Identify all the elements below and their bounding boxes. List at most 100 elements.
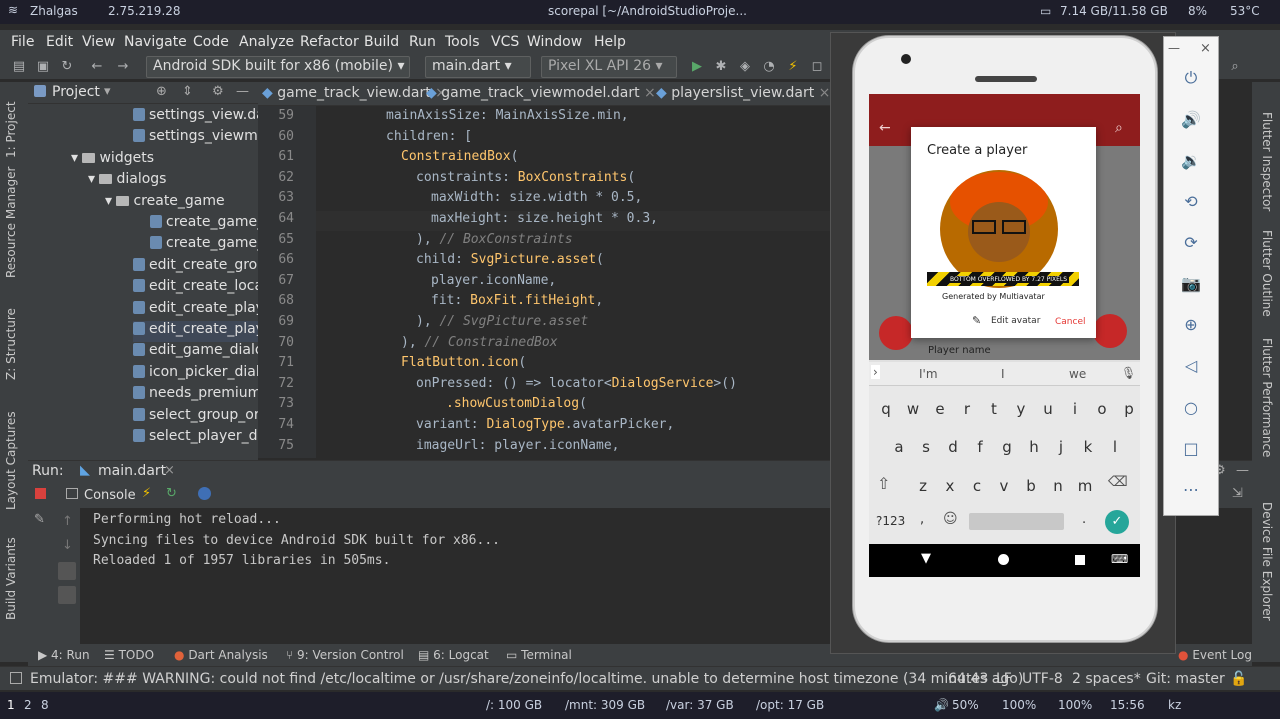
rotate-right-icon[interactable]: ⟳ bbox=[1181, 233, 1201, 253]
avatar[interactable] bbox=[940, 170, 1058, 288]
save-icon[interactable]: ▣ bbox=[34, 58, 52, 76]
more-icon[interactable]: ⋯ bbox=[1181, 480, 1201, 500]
tree-file[interactable]: create_game_ bbox=[150, 235, 258, 256]
locate-icon[interactable]: ⊕ bbox=[156, 84, 167, 99]
comma-key[interactable]: , bbox=[920, 512, 924, 527]
emoji-icon[interactable]: ☺ bbox=[943, 511, 958, 527]
devtools-icon[interactable] bbox=[198, 487, 211, 500]
key-w[interactable]: w bbox=[903, 400, 923, 418]
minimize-icon[interactable]: — bbox=[1168, 41, 1180, 55]
tool-tab-dart-analysis[interactable]: ● Dart Analysis bbox=[174, 648, 268, 662]
fab-left[interactable] bbox=[879, 316, 913, 350]
debug-icon[interactable]: ✱ bbox=[712, 58, 730, 76]
search-everywhere-icon[interactable]: ⌕ bbox=[1226, 58, 1244, 76]
key-i[interactable]: i bbox=[1065, 400, 1085, 418]
hide-icon[interactable]: — bbox=[236, 84, 249, 99]
key-d[interactable]: d bbox=[943, 438, 963, 456]
profile-icon[interactable]: ◔ bbox=[760, 58, 778, 76]
menu-code[interactable]: Code bbox=[193, 34, 229, 50]
tool-tab-structure[interactable]: Z: Structure bbox=[4, 308, 18, 380]
key-o[interactable]: o bbox=[1092, 400, 1112, 418]
rotate-left-icon[interactable]: ⟲ bbox=[1181, 192, 1201, 212]
key-l[interactable]: l bbox=[1105, 438, 1125, 456]
tree-folder[interactable]: ▾ create_game bbox=[105, 193, 258, 214]
recents-nav-icon[interactable] bbox=[1075, 555, 1085, 565]
tool-tab-project[interactable]: 1: Project bbox=[4, 101, 18, 158]
zoom-icon[interactable]: ⊕ bbox=[1181, 315, 1201, 335]
suggestion[interactable]: I'm bbox=[919, 367, 938, 381]
key-m[interactable]: m bbox=[1075, 477, 1095, 495]
hot-reload-icon[interactable]: ⚡ bbox=[784, 58, 802, 76]
status-message[interactable]: Emulator: ### WARNING: could not find /e… bbox=[30, 671, 1023, 687]
stop-icon[interactable] bbox=[35, 488, 46, 499]
tree-file[interactable]: edit_create_play. bbox=[133, 300, 258, 321]
volume-up-icon[interactable]: 🔊 bbox=[1181, 110, 1201, 130]
tree-file[interactable]: edit_create_playe bbox=[133, 321, 258, 342]
chevron-down-icon[interactable]: ▾ bbox=[105, 193, 116, 209]
volume-down-icon[interactable]: 🔉 bbox=[1181, 151, 1201, 171]
tool-tab-build-variants[interactable]: Build Variants bbox=[4, 537, 18, 620]
key-c[interactable]: c bbox=[967, 477, 987, 495]
line-separator[interactable]: LF bbox=[996, 671, 1012, 687]
key-a[interactable]: a bbox=[889, 438, 909, 456]
close-icon[interactable]: × bbox=[164, 463, 175, 478]
scroll-icon[interactable]: ⇲ bbox=[1232, 486, 1243, 501]
key-e[interactable]: e bbox=[930, 400, 950, 418]
tool-tab-device-file-explorer[interactable]: Device File Explorer bbox=[1260, 502, 1274, 621]
back-arrow-icon[interactable]: ← bbox=[879, 120, 891, 136]
microphone-icon[interactable]: 🎙 bbox=[1121, 366, 1136, 380]
menu-file[interactable]: File bbox=[11, 34, 34, 50]
editor-tab[interactable]: ◆ playerslist_view.dart × bbox=[656, 85, 830, 101]
key-j[interactable]: j bbox=[1051, 438, 1071, 456]
back-icon[interactable]: ◁ bbox=[1181, 356, 1201, 376]
home-icon[interactable]: ○ bbox=[1181, 398, 1201, 418]
menu-edit[interactable]: Edit bbox=[46, 34, 73, 50]
tree-file[interactable]: edit_create_locat bbox=[133, 278, 258, 299]
hot-restart-icon[interactable]: ↻ bbox=[166, 486, 177, 501]
pencil-icon[interactable]: ✎ bbox=[972, 314, 981, 327]
avd-selector[interactable]: Pixel XL API 26 ▾ bbox=[541, 56, 677, 78]
power-icon[interactable]: ⏻ bbox=[1181, 68, 1201, 88]
device-selector[interactable]: Android SDK built for x86 (mobile) ▾ bbox=[146, 56, 410, 78]
key-g[interactable]: g bbox=[997, 438, 1017, 456]
menu-vcs[interactable]: VCS bbox=[491, 34, 519, 50]
menu-build[interactable]: Build bbox=[364, 34, 399, 50]
close-icon[interactable]: × bbox=[644, 85, 656, 101]
caret-position[interactable]: 64:43 bbox=[948, 671, 988, 687]
tree-file[interactable]: create_game_ bbox=[150, 214, 258, 235]
run-tab-main[interactable]: main.dart bbox=[98, 463, 166, 479]
key-y[interactable]: y bbox=[1011, 400, 1031, 418]
pin-icon[interactable]: ✎ bbox=[34, 512, 45, 527]
up-icon[interactable]: ↑ bbox=[62, 514, 73, 529]
menu-window[interactable]: Window bbox=[527, 34, 582, 50]
tree-file[interactable]: edit_create_grou bbox=[133, 257, 258, 278]
key-z[interactable]: z bbox=[913, 477, 933, 495]
menu-tools[interactable]: Tools bbox=[445, 34, 480, 50]
scroll-to-end-icon[interactable] bbox=[58, 586, 76, 604]
status-icon[interactable] bbox=[10, 672, 22, 684]
workspace-2[interactable]: 2 bbox=[24, 698, 32, 712]
tool-tab-run[interactable]: ▶ 4: Run bbox=[38, 648, 90, 662]
home-nav-icon[interactable] bbox=[998, 554, 1009, 565]
tool-tab-flutter-outline[interactable]: Flutter Outline bbox=[1260, 230, 1274, 317]
search-icon[interactable]: ⌕ bbox=[1115, 120, 1123, 136]
shift-icon[interactable]: ⇧ bbox=[877, 474, 890, 493]
tool-tab-event-log[interactable]: ● Event Log bbox=[1178, 648, 1252, 662]
key-u[interactable]: u bbox=[1038, 400, 1058, 418]
soft-wrap-icon[interactable] bbox=[58, 562, 76, 580]
menu-navigate[interactable]: Navigate bbox=[124, 34, 187, 50]
key-x[interactable]: x bbox=[940, 477, 960, 495]
tool-tab-todo[interactable]: ☰ TODO bbox=[104, 648, 154, 662]
period-key[interactable]: . bbox=[1082, 512, 1086, 527]
back-icon[interactable]: ← bbox=[88, 58, 106, 76]
menu-help[interactable]: Help bbox=[594, 34, 626, 50]
key-f[interactable]: f bbox=[970, 438, 990, 456]
tree-file[interactable]: settings_viewmo bbox=[133, 128, 258, 149]
run-config-selector[interactable]: main.dart ▾ bbox=[425, 56, 531, 78]
tool-tab-logcat[interactable]: ▤ 6: Logcat bbox=[418, 648, 489, 662]
sync-icon[interactable]: ↻ bbox=[58, 58, 76, 76]
tree-file[interactable]: needs_premium_ bbox=[133, 385, 258, 406]
chevron-right-icon[interactable]: › bbox=[871, 365, 880, 379]
run-icon[interactable]: ▶ bbox=[688, 58, 706, 76]
chevron-down-icon[interactable]: ▾ bbox=[71, 150, 82, 166]
